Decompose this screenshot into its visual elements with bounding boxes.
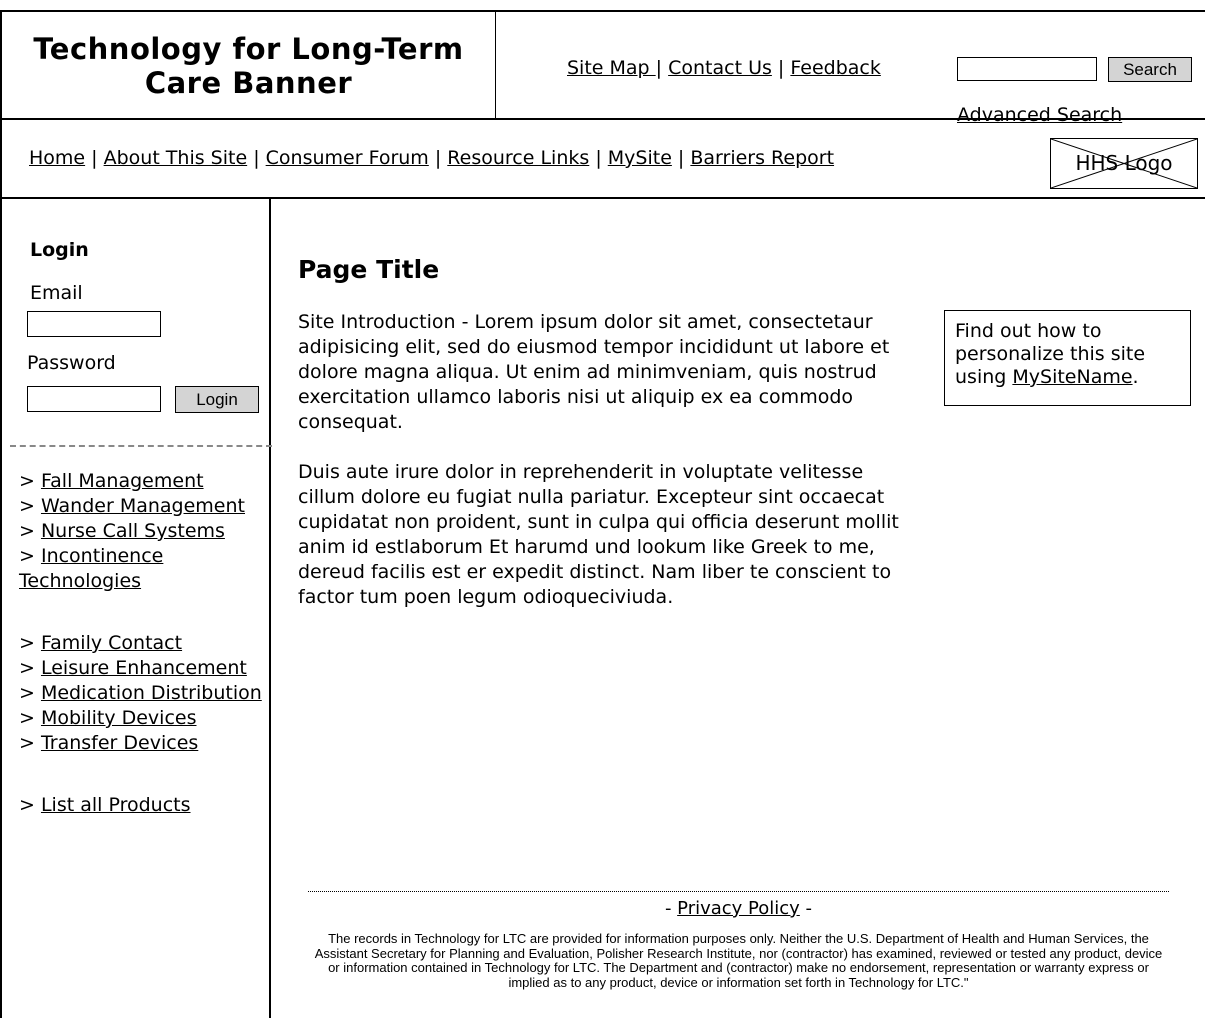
category-link-fall-management[interactable]: Fall Management — [41, 470, 204, 492]
privacy-prefix: - — [664, 898, 678, 919]
nav-mysite[interactable]: MySite — [608, 147, 672, 169]
sidebar: Login Email Password Login > Fall Manage… — [0, 199, 272, 1018]
login-heading: Login — [30, 239, 89, 261]
category-link-leisure-enhancement[interactable]: Leisure Enhancement — [41, 657, 247, 679]
product-category-list: > Fall Management > Wander Management > Nu… — [19, 469, 271, 855]
category-item: > Medication Distribution — [19, 681, 271, 706]
hhs-logo-label: HHS Logo — [1075, 151, 1173, 175]
personalize-promo: Find out how to personalize this site us… — [944, 310, 1191, 406]
mysitename-link[interactable]: MySiteName — [1012, 366, 1132, 388]
footer-divider — [308, 891, 1169, 892]
site-introduction: Site Introduction - Lorem ipsum dolor si… — [298, 311, 890, 433]
category-link-wander-management[interactable]: Wander Management — [41, 495, 245, 517]
category-item: > Wander Management — [19, 494, 271, 519]
contact-us-link[interactable]: Contact Us — [668, 57, 772, 79]
category-item: > Transfer Devices — [19, 731, 271, 756]
category-item: > Incontinence Technologies — [19, 544, 271, 594]
category-bullet: > — [19, 794, 41, 816]
category-link-medication-distribution[interactable]: Medication Distribution — [41, 682, 262, 704]
body-text: Duis aute irure dolor in reprehenderit i… — [298, 461, 899, 608]
site-map-link[interactable]: Site Map — [567, 57, 656, 79]
disclaimer-text: The records in Technology for LTC are pr… — [314, 931, 1163, 990]
privacy-suffix: - — [799, 898, 813, 919]
site-header: Technology for Long-Term Care Banner Sit… — [0, 10, 1205, 126]
main-nav: Home | About This Site | Consumer Forum … — [0, 120, 1205, 199]
nav-resource-links[interactable]: Resource Links — [447, 147, 589, 169]
login-button[interactable]: Login — [175, 386, 259, 413]
privacy-line: - Privacy Policy - — [308, 898, 1169, 919]
category-bullet: > — [19, 545, 41, 567]
category-bullet: > — [19, 732, 41, 754]
category-link-incontinence-technologies[interactable]: Incontinence Technologies — [19, 545, 163, 592]
category-group: > Family Contact > Leisure Enhancement > M… — [19, 631, 271, 756]
site-banner: Technology for Long-Term Care Banner — [2, 12, 496, 120]
category-bullet: > — [19, 495, 41, 517]
category-link-nurse-call-systems[interactable]: Nurse Call Systems — [41, 520, 225, 542]
category-item: > Family Contact — [19, 631, 271, 656]
nav-about[interactable]: About This Site — [104, 147, 248, 169]
hhs-logo-placeholder: HHS Logo — [1050, 138, 1198, 189]
category-bullet: > — [19, 657, 41, 679]
sidebar-divider — [10, 445, 272, 447]
category-bullet: > — [19, 470, 41, 492]
search-input[interactable] — [957, 57, 1097, 81]
password-label: Password — [27, 352, 116, 374]
category-link-mobility-devices[interactable]: Mobility Devices — [41, 707, 197, 729]
category-item: > List all Products — [19, 793, 271, 818]
feedback-link[interactable]: Feedback — [790, 57, 880, 79]
category-item: > Mobility Devices — [19, 706, 271, 731]
password-field[interactable] — [27, 386, 161, 412]
privacy-policy-link[interactable]: Privacy Policy — [677, 898, 800, 919]
utility-links: Site Map | Contact Us | Feedback — [567, 57, 881, 79]
nav-barriers-report[interactable]: Barriers Report — [690, 147, 834, 169]
promo-suffix: . — [1132, 366, 1139, 388]
email-label: Email — [30, 282, 83, 304]
category-item: > Nurse Call Systems — [19, 519, 271, 544]
category-item: > Fall Management — [19, 469, 271, 494]
category-bullet: > — [19, 632, 41, 654]
category-bullet: > — [19, 520, 41, 542]
category-bullet: > — [19, 682, 41, 704]
nav-consumer-forum[interactable]: Consumer Forum — [266, 147, 429, 169]
search-button[interactable]: Search — [1108, 57, 1192, 82]
category-link-family-contact[interactable]: Family Contact — [41, 632, 182, 654]
banner-title: Technology for Long-Term Care Banner — [33, 32, 464, 100]
category-link-transfer-devices[interactable]: Transfer Devices — [41, 732, 198, 754]
email-field[interactable] — [27, 311, 161, 337]
category-group: > List all Products — [19, 793, 271, 818]
page-title: Page Title — [298, 255, 440, 284]
category-item: > Leisure Enhancement — [19, 656, 271, 681]
category-bullet: > — [19, 707, 41, 729]
nav-home[interactable]: Home — [29, 147, 85, 169]
nav-links: Home | About This Site | Consumer Forum … — [29, 147, 835, 169]
category-group: > Fall Management > Wander Management > Nu… — [19, 469, 271, 594]
category-link-list-all-products[interactable]: List all Products — [41, 794, 191, 816]
